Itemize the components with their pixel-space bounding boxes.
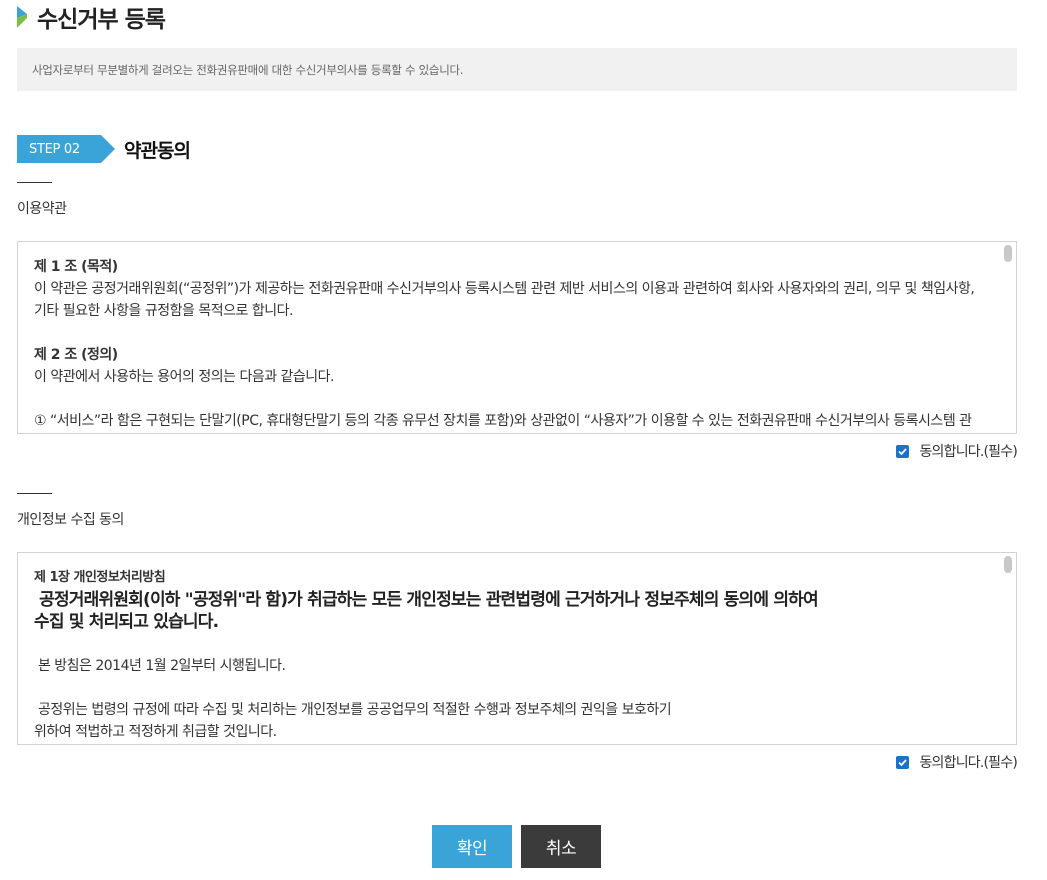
terms-text-line: ① “서비스”라 함은 구현되는 단말기(PC, 휴대형단말기 등의 각종 유무… xyxy=(34,413,972,429)
step-title: 약관동의 xyxy=(124,139,191,162)
terms-section-label: 이용약관 xyxy=(17,201,67,217)
step-badge: STEP 02 xyxy=(17,135,115,163)
notice-text: 사업자로부터 무분별하게 걸려오는 전화권유판매에 대한 수신거부의사를 등록할… xyxy=(32,62,464,77)
confirm-button[interactable]: 확인 xyxy=(432,825,512,868)
section-divider xyxy=(17,182,52,183)
privacy-text-line: 위하여 적법하고 적정하게 취급할 것입니다. xyxy=(34,724,277,740)
terms-scrollbar[interactable] xyxy=(999,242,1016,433)
terms-content: 제 1 조 (목적) 이 약관은 공정거래위원회(“공정위”)가 제공하는 전화… xyxy=(18,242,1016,432)
cancel-button[interactable]: 취소 xyxy=(521,825,601,868)
terms-agree-label: 동의합니다.(필수) xyxy=(919,444,1017,460)
privacy-headline: 공정거래위원회(이하 "공정위"라 함)가 취급하는 모든 개인정보는 관련법령… xyxy=(34,590,819,610)
scrollbar-thumb[interactable] xyxy=(1004,556,1012,573)
privacy-content: 제 1장 개인정보처리방침 공정거래위원회(이하 "공정위"라 함)가 취급하는… xyxy=(18,553,1016,743)
privacy-text-line: 공정위는 법령의 규정에 따라 수집 및 처리하는 개인정보를 공공업무의 적절… xyxy=(34,702,672,718)
step-badge-label: STEP 02 xyxy=(29,141,80,157)
terms-article-title: 제 1 조 (목적) xyxy=(34,259,118,275)
privacy-chapter-title: 제 1장 개인정보처리방침 xyxy=(34,570,166,585)
privacy-scrollbar[interactable] xyxy=(999,553,1016,744)
privacy-agree[interactable]: 동의합니다.(필수) xyxy=(896,752,1018,772)
scrollbar-thumb[interactable] xyxy=(1004,245,1012,262)
step-header: STEP 02 약관동의 xyxy=(17,134,191,164)
terms-article-title: 제 2 조 (정의) xyxy=(34,347,118,363)
page-header: 수신거부 등록 xyxy=(17,2,166,33)
privacy-textbox[interactable]: 제 1장 개인정보처리방침 공정거래위원회(이하 "공정위"라 함)가 취급하는… xyxy=(17,552,1017,745)
terms-text-line: 기타 필요한 사항을 규정함을 목적으로 합니다. xyxy=(34,303,293,319)
section-divider xyxy=(17,493,52,494)
terms-text-line: 이 약관은 공정거래위원회(“공정위”)가 제공하는 전화권유판매 수신거부의사… xyxy=(34,281,975,297)
privacy-section-label: 개인정보 수집 동의 xyxy=(17,512,124,528)
terms-textbox[interactable]: 제 1 조 (목적) 이 약관은 공정거래위원회(“공정위”)가 제공하는 전화… xyxy=(17,241,1017,434)
terms-text-line: 이 약관에서 사용하는 용어의 정의는 다음과 같습니다. xyxy=(34,369,335,385)
title-chevron-icon xyxy=(17,4,29,30)
privacy-agree-checkbox[interactable] xyxy=(896,755,910,769)
terms-agree[interactable]: 동의합니다.(필수) xyxy=(896,441,1018,461)
notice-bar: 사업자로부터 무분별하게 걸려오는 전화권유판매에 대한 수신거부의사를 등록할… xyxy=(17,48,1017,91)
page-title: 수신거부 등록 xyxy=(37,7,166,33)
privacy-agree-label: 동의합니다.(필수) xyxy=(919,755,1017,771)
terms-agree-checkbox[interactable] xyxy=(896,444,910,458)
privacy-text-line: 본 방침은 2014년 1월 2일부터 시행됩니다. xyxy=(34,658,286,674)
privacy-headline: 수집 및 처리되고 있습니다. xyxy=(34,612,219,632)
